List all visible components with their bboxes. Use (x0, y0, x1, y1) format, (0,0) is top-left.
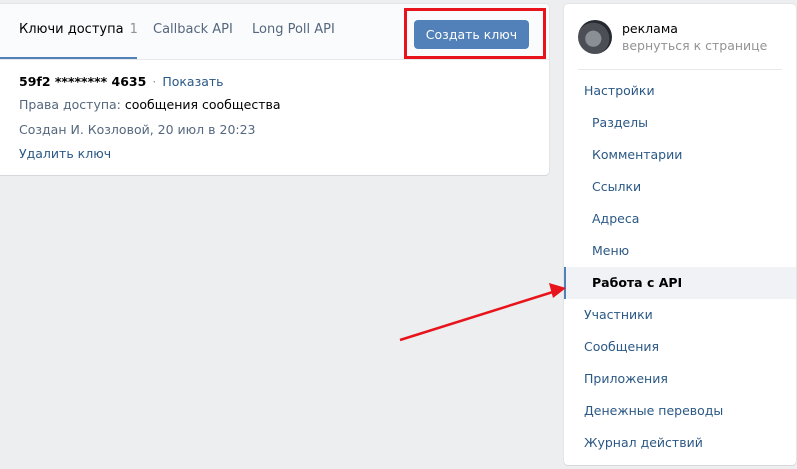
menu-item-members[interactable]: Участники (564, 299, 796, 331)
menu-item-messages[interactable]: Сообщения (564, 331, 796, 363)
tab-long-poll-api[interactable]: Long Poll API (252, 22, 335, 37)
key-rights-value: сообщения сообщества (124, 97, 281, 112)
menu-item-action-log[interactable]: Журнал действий (564, 427, 796, 459)
key-id: 59f2 ******** 4635 (19, 74, 147, 89)
tab-access-keys-count: 1 (129, 22, 138, 37)
group-header: реклама вернуться к странице (578, 16, 782, 70)
menu-item-settings[interactable]: Настройки (564, 75, 796, 107)
tab-callback-api[interactable]: Callback API (153, 22, 233, 37)
menu-item-links[interactable]: Ссылки (564, 171, 796, 203)
menu-item-apps[interactable]: Приложения (564, 363, 796, 395)
menu-item-sections[interactable]: Разделы (564, 107, 796, 139)
menu-item-addresses[interactable]: Адреса (564, 203, 796, 235)
key-header: 59f2 ******** 4635 · Показать (19, 74, 224, 89)
menu-item-money-transfers[interactable]: Денежные переводы (564, 395, 796, 427)
tabs-bar: Ключи доступа 1 Callback API Long Poll AP… (0, 4, 549, 60)
menu-item-menu[interactable]: Меню (564, 235, 796, 267)
annotation-arrow-line (399, 289, 557, 342)
back-to-page-link[interactable]: вернуться к странице (622, 38, 767, 53)
menu-item-comments[interactable]: Комментарии (564, 139, 796, 171)
page: Ключи доступа 1 Callback API Long Poll AP… (0, 0, 797, 469)
avatar[interactable] (578, 20, 612, 54)
menu-item-api[interactable]: Работа с API (564, 267, 796, 299)
active-tab-underline (0, 57, 137, 59)
group-name[interactable]: реклама (622, 21, 678, 36)
key-created-info: Создан И. Козловой, 20 июл в 20:23 (19, 122, 256, 137)
key-rights-label: Права доступа: (19, 97, 121, 112)
create-key-button[interactable]: Создать ключ (414, 20, 529, 49)
delete-key-link[interactable]: Удалить ключ (19, 146, 111, 161)
tab-access-keys[interactable]: Ключи доступа 1 (19, 22, 138, 37)
show-key-link[interactable]: Показать (162, 74, 223, 89)
key-separator: · (152, 74, 157, 89)
settings-sidebar: реклама вернуться к странице Настройки Р… (564, 4, 796, 465)
api-keys-panel: Ключи доступа 1 Callback API Long Poll AP… (0, 4, 549, 175)
key-rights: Права доступа: сообщения сообщества (19, 97, 281, 112)
tab-access-keys-label: Ключи доступа (19, 22, 124, 37)
